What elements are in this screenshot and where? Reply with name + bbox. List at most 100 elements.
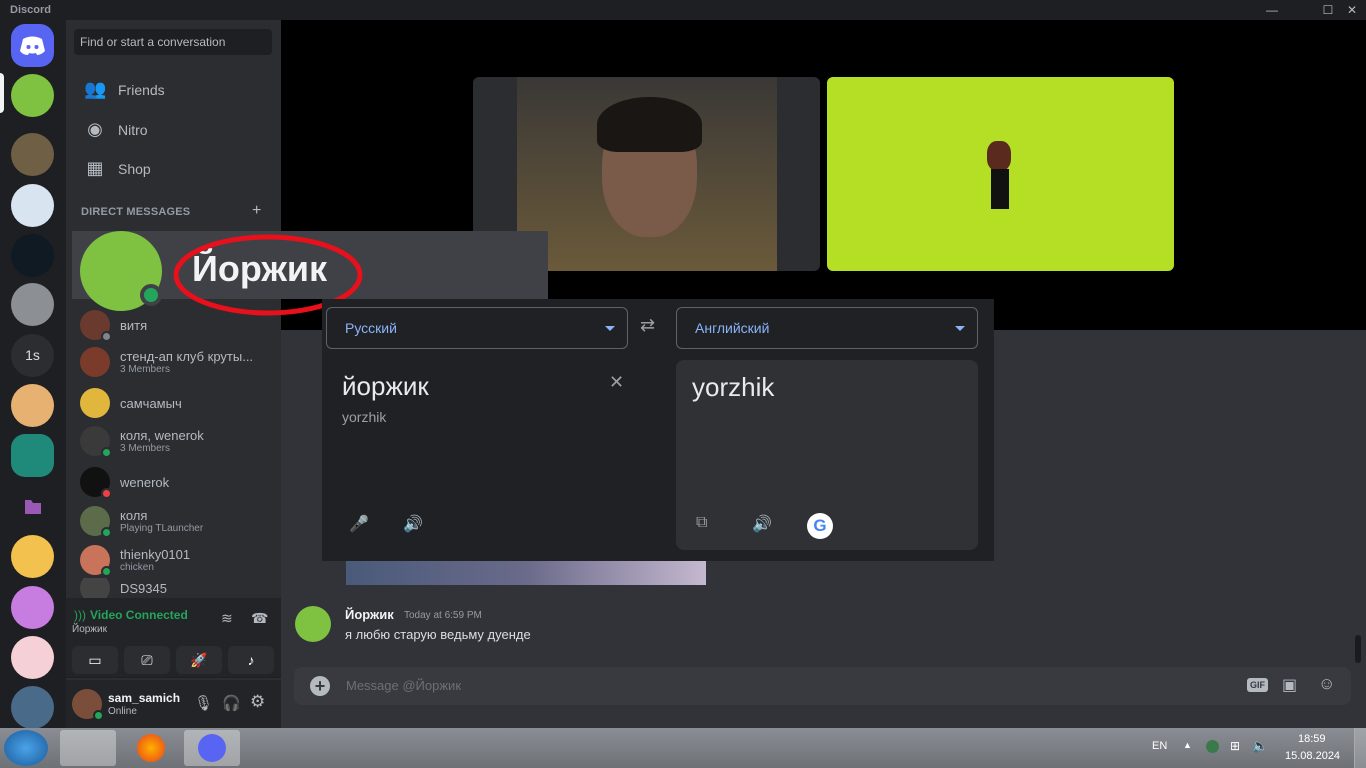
clock-date[interactable]: 15.08.2024	[1285, 750, 1340, 762]
noise-suppression-icon[interactable]: ≋	[221, 610, 233, 627]
avatar	[80, 426, 112, 458]
user-panel: sam_samich Online 🎙 🎧 ⚙	[66, 680, 281, 728]
settings-gear-icon[interactable]: ⚙	[250, 692, 265, 712]
chevron-down-icon	[605, 326, 615, 331]
headphones-icon[interactable]: 🎧	[222, 694, 241, 712]
dm-name: thienky0101	[120, 547, 191, 562]
sticker-icon[interactable]: ▣	[1282, 675, 1297, 695]
microphone-icon[interactable]: 🎙	[194, 694, 213, 712]
dm-item[interactable]: thienky0101 chicken	[74, 540, 272, 580]
create-dm-icon[interactable]: +	[252, 202, 261, 220]
server-icon[interactable]: 1s	[11, 334, 54, 377]
start-button[interactable]	[4, 730, 48, 766]
dm-name: коля	[120, 508, 148, 523]
status-dnd-icon	[101, 488, 112, 499]
voice-status[interactable]: Video Connected	[90, 608, 188, 622]
google-logo-icon[interactable]: G	[807, 513, 833, 539]
clock-time[interactable]: 18:59	[1298, 733, 1326, 745]
show-desktop-button[interactable]	[1354, 728, 1366, 768]
input-language[interactable]: EN	[1152, 740, 1167, 752]
source-language-select[interactable]: Русский	[326, 307, 628, 349]
translator-popup: Русский ⇄ Английский йоржик yorzhik ✕ 🎤 …	[322, 299, 994, 561]
message-composer[interactable]: + Message @Йоржик GIF ▣ ☺	[294, 667, 1351, 705]
activities-button[interactable]: 🚀	[176, 646, 222, 674]
copy-icon[interactable]: ⧉	[696, 514, 707, 532]
dm-name: коля, wenerok	[120, 428, 204, 443]
chat-image-attachment[interactable]	[346, 561, 706, 585]
camera-off-button[interactable]: ▭	[72, 646, 118, 674]
gif-icon[interactable]: GIF	[1247, 678, 1268, 692]
speaker-icon[interactable]: 🔊	[752, 514, 772, 534]
dm-subtext: chicken	[120, 562, 154, 573]
discord-icon	[198, 734, 226, 762]
voice-connection-panel: ))) Video Connected Йоржик ≋ ☎ ▭ ⎚ 🚀 ♪	[66, 598, 281, 678]
avatar	[80, 506, 112, 538]
soundboard-button[interactable]: ♪	[228, 646, 274, 674]
server-icon[interactable]	[11, 384, 54, 427]
avatar	[80, 545, 112, 577]
target-language-select[interactable]: Английский	[676, 307, 978, 349]
server-icon[interactable]	[11, 535, 54, 578]
dm-name: стенд-ап клуб круты...	[120, 349, 254, 364]
dm-item[interactable]: коля Playing TLauncher	[74, 501, 272, 541]
network-icon[interactable]: ⊞	[1230, 739, 1240, 753]
voice-channel-name: Йоржик	[72, 624, 107, 635]
close-button[interactable]: ✕	[1338, 2, 1366, 18]
dm-section-header: DIRECT MESSAGES	[81, 206, 191, 218]
dm-item[interactable]: коля, wenerok 3 Members	[74, 421, 272, 461]
add-attachment-icon[interactable]: +	[310, 676, 330, 696]
folder-icon[interactable]	[11, 485, 54, 528]
clear-text-icon[interactable]: ✕	[609, 372, 624, 393]
status-online-icon	[93, 710, 104, 721]
emoji-icon[interactable]: ☺	[1318, 674, 1335, 694]
status-online-icon	[101, 566, 112, 577]
video-tile-avatar[interactable]	[827, 77, 1174, 271]
tray-app-icon[interactable]	[1206, 740, 1219, 753]
title-bar: Discord — ☐ ✕	[0, 0, 1366, 20]
nav-friends[interactable]: 👥 Friends	[74, 73, 272, 107]
server-icon[interactable]	[11, 184, 54, 227]
speaker-icon[interactable]: 🔊	[403, 514, 423, 534]
search-input[interactable]: Find or start a conversation	[74, 29, 272, 55]
server-icon[interactable]	[11, 586, 54, 629]
nav-shop[interactable]: ▦ Shop	[74, 152, 272, 186]
message-text: я любю старую ведьму дуенде	[345, 627, 531, 642]
server-icon[interactable]	[11, 283, 54, 326]
nav-nitro[interactable]: ◉ Nitro	[74, 113, 272, 147]
swap-languages-icon[interactable]: ⇄	[640, 315, 655, 336]
author-avatar[interactable]	[295, 606, 331, 642]
nav-friends-label: Friends	[118, 82, 165, 98]
message-author[interactable]: Йоржик	[345, 607, 394, 622]
minimize-button[interactable]: —	[1258, 2, 1286, 18]
taskbar-discord-icon[interactable]	[184, 730, 240, 766]
dm-yorzhik-avatar[interactable]	[11, 74, 54, 117]
taskbar-explorer-icon[interactable]	[60, 730, 116, 766]
tray-expand-icon[interactable]: ▲	[1183, 740, 1192, 750]
status-online-icon	[140, 284, 162, 306]
server-icon[interactable]	[11, 434, 54, 477]
disconnect-icon[interactable]: ☎	[251, 610, 268, 627]
server-icon[interactable]	[11, 234, 54, 277]
dm-item[interactable]: стенд-ап клуб круты... 3 Members	[74, 342, 272, 382]
dm-item[interactable]: wenerok	[74, 462, 272, 502]
source-transliteration: yorzhik	[342, 409, 387, 425]
dm-item[interactable]: самчамыч	[74, 383, 272, 423]
source-language-label: Русский	[345, 320, 397, 336]
chat-scrollbar[interactable]	[1355, 635, 1361, 663]
microphone-icon[interactable]: 🎤	[349, 514, 369, 534]
server-icon[interactable]	[11, 636, 54, 679]
avatar	[80, 388, 110, 418]
dm-item[interactable]: DS9345	[74, 578, 272, 598]
screen-share-button[interactable]: ⎚	[124, 646, 170, 674]
avatar[interactable]	[72, 689, 104, 721]
source-text-input[interactable]: йоржик	[342, 371, 429, 402]
nitro-icon: ◉	[87, 119, 103, 139]
home-discord-icon[interactable]	[11, 24, 54, 67]
taskbar-firefox-icon[interactable]	[122, 730, 178, 766]
server-icon[interactable]	[11, 133, 54, 176]
server-icon[interactable]	[11, 686, 54, 729]
volume-icon[interactable]: 🔈	[1252, 738, 1268, 754]
dm-activity: Playing TLauncher	[120, 523, 204, 534]
username: sam_samich	[108, 691, 181, 705]
message-input[interactable]: Message @Йоржик	[346, 678, 461, 693]
